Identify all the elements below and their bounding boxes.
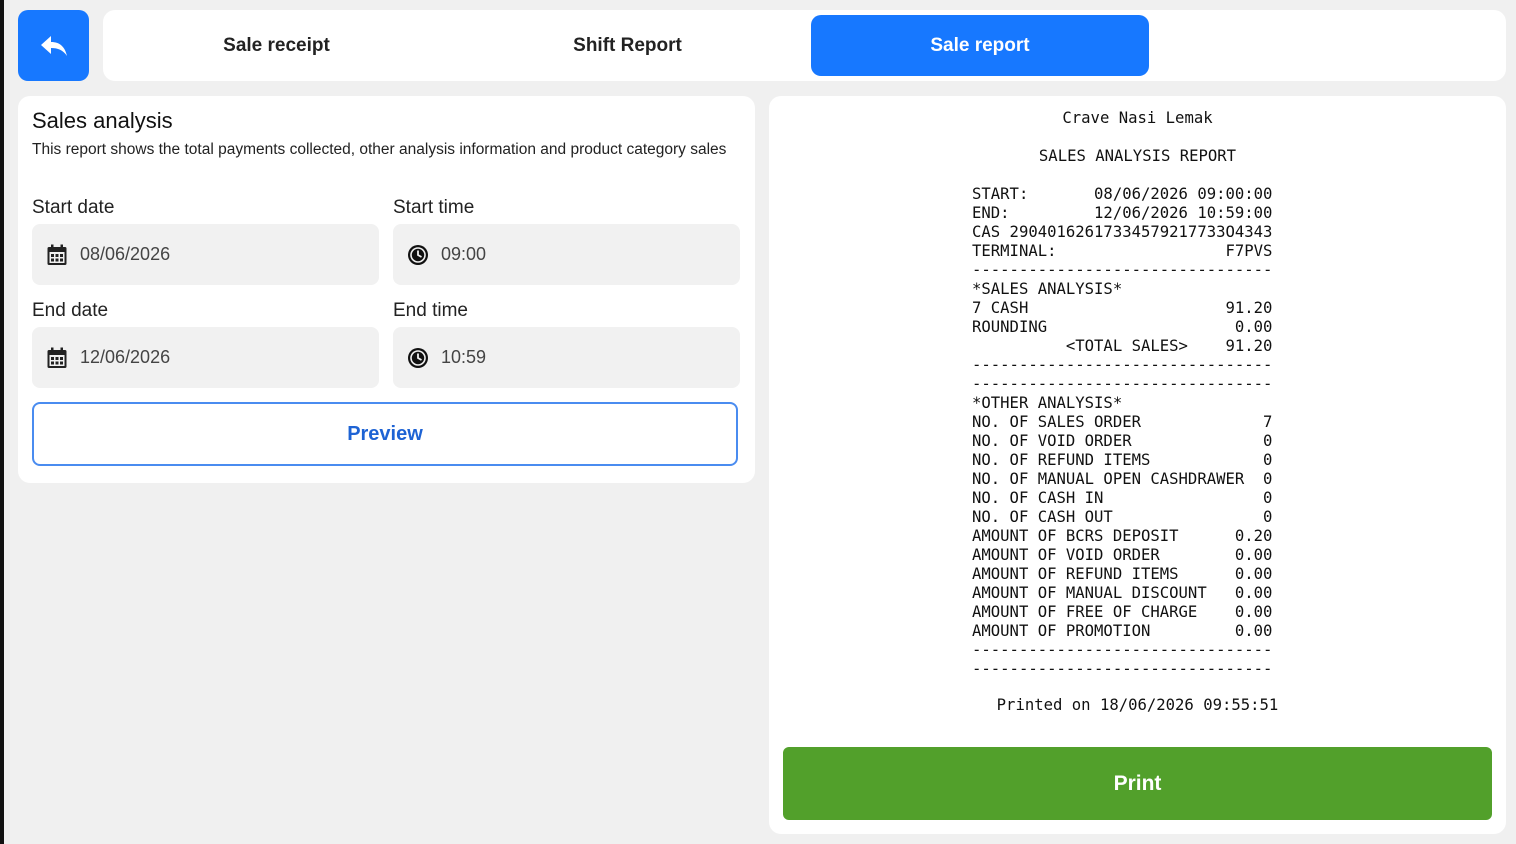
receipt-line: AMOUNT OF PROMOTION 0.00	[972, 622, 1273, 640]
receipt-line: 7 CASH 91.20	[972, 299, 1273, 317]
preview-button[interactable]: Preview	[32, 402, 738, 466]
receipt-line: AMOUNT OF FREE OF CHARGE 0.00	[972, 603, 1273, 621]
receipt-line: START: 08/06/2026 09:00:00	[972, 185, 1273, 203]
printed-on: Printed on 18/06/2026 09:55:51	[996, 696, 1279, 714]
report-tab-bar: Sale receipt Shift Report Sale report	[103, 10, 1506, 81]
receipt-line: NO. OF REFUND ITEMS 0	[972, 451, 1273, 469]
back-button[interactable]	[18, 10, 89, 81]
print-label: Print	[1113, 771, 1162, 795]
tab-sale-receipt[interactable]: Sale receipt	[103, 15, 450, 76]
receipt-line: END: 12/06/2026 10:59:00	[972, 204, 1273, 222]
store-name: Crave Nasi Lemak	[1062, 109, 1213, 127]
end-date-field[interactable]: 12/06/2026	[32, 327, 379, 388]
end-date-label: End date	[32, 300, 109, 321]
receipt-line: AMOUNT OF BCRS DEPOSIT 0.20	[972, 527, 1273, 545]
receipt-line: AMOUNT OF VOID ORDER 0.00	[972, 546, 1273, 564]
start-date-field[interactable]: 08/06/2026	[32, 224, 379, 285]
receipt-line: NO. OF SALES ORDER 7	[972, 413, 1273, 431]
section-title: Sales analysis	[32, 108, 173, 133]
reply-arrow-icon	[40, 35, 67, 56]
receipt-line: ROUNDING 0.00	[972, 318, 1273, 336]
receipt-line: *OTHER ANALYSIS*	[972, 394, 1123, 412]
section-description: This report shows the total payments col…	[32, 141, 727, 158]
start-date-value: 08/06/2026	[80, 244, 171, 264]
receipt-line: *SALES ANALYSIS*	[972, 280, 1123, 298]
report-title: SALES ANALYSIS REPORT	[1038, 147, 1237, 165]
tab-label: Shift Report	[573, 34, 682, 56]
end-time-field[interactable]: 10:59	[393, 327, 740, 388]
clock-icon	[407, 244, 429, 266]
tab-label: Sale receipt	[223, 34, 330, 56]
left-edge-bar	[0, 0, 4, 844]
receipt-preview-panel: Crave Nasi Lemak SALES ANALYSIS REPORT S…	[769, 96, 1506, 834]
receipt-line: --------------------------------	[972, 356, 1273, 374]
start-time-value: 09:00	[441, 244, 487, 264]
tab-shift-report[interactable]: Shift Report	[457, 15, 798, 76]
receipt-line: AMOUNT OF MANUAL DISCOUNT 0.00	[972, 584, 1273, 602]
end-time-value: 10:59	[441, 347, 487, 367]
start-date-label: Start date	[32, 197, 115, 218]
start-time-field[interactable]: 09:00	[393, 224, 740, 285]
receipt-line: NO. OF MANUAL OPEN CASHDRAWER 0	[972, 470, 1273, 488]
receipt-line: CAS 29040162617334579217733O4343	[972, 223, 1273, 241]
receipt-line: NO. OF CASH OUT 0	[972, 508, 1273, 526]
receipt-line: --------------------------------	[972, 641, 1273, 659]
receipt-lines: START: 08/06/2026 09:00:00 END: 12/06/202…	[972, 185, 1302, 679]
tab-sale-report[interactable]: Sale report	[811, 15, 1149, 76]
receipt-line: NO. OF VOID ORDER 0	[972, 432, 1273, 450]
receipt-line: --------------------------------	[972, 660, 1273, 678]
receipt-line: NO. OF CASH IN 0	[972, 489, 1273, 507]
receipt-line: --------------------------------	[972, 375, 1273, 393]
receipt-line: AMOUNT OF REFUND ITEMS 0.00	[972, 565, 1273, 583]
receipt-line: --------------------------------	[972, 261, 1273, 279]
sales-analysis-form: Sales analysis This report shows the tot…	[18, 96, 755, 483]
calendar-icon	[46, 244, 68, 266]
end-time-label: End time	[393, 300, 468, 321]
receipt-line: <TOTAL SALES> 91.20	[972, 337, 1273, 355]
receipt-line: TERMINAL: F7PVS	[972, 242, 1273, 260]
end-date-value: 12/06/2026	[80, 347, 171, 367]
start-time-label: Start time	[393, 197, 475, 218]
print-button[interactable]: Print	[783, 747, 1492, 820]
clock-icon	[407, 347, 429, 369]
tab-label: Sale report	[930, 34, 1030, 56]
preview-label: Preview	[347, 422, 423, 445]
calendar-icon	[46, 347, 68, 369]
